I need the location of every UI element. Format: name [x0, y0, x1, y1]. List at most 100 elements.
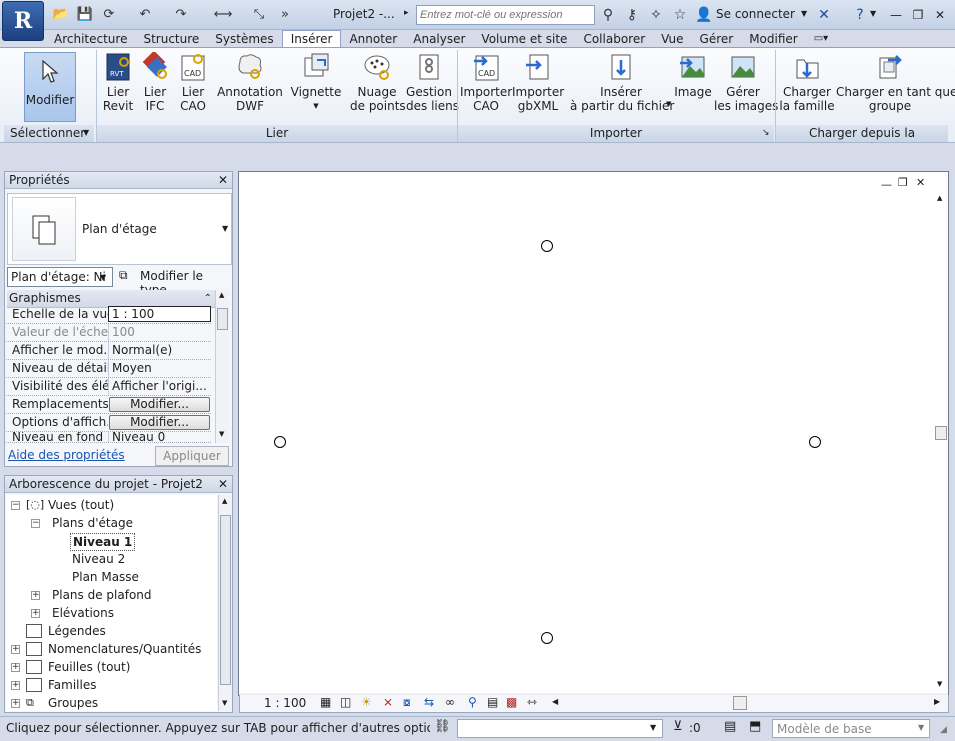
project-browser-close-icon[interactable]: ✕ [218, 476, 228, 492]
image-button[interactable]: Image [674, 52, 712, 99]
point-cloud-button[interactable]: Nuage de points [350, 52, 406, 113]
help-dropdown-icon[interactable]: ▼ [870, 9, 876, 18]
tree-node-groups[interactable]: Groupes [48, 695, 98, 711]
link-cad-button[interactable]: CAD Lier CAO [174, 52, 212, 113]
expand-icon[interactable]: + [11, 681, 20, 690]
scroll-thumb[interactable] [220, 515, 231, 685]
help-icon[interactable]: ? [850, 5, 870, 25]
collapse-icon[interactable]: − [31, 519, 40, 528]
main-model-icon[interactable]: ⬒ [749, 719, 761, 734]
display-options-edit-button[interactable]: Modifier... [109, 415, 210, 430]
sync-icon[interactable]: ⟳ [100, 5, 118, 23]
scroll-up-icon[interactable]: ▲ [219, 291, 224, 299]
load-family-button[interactable]: Charger la famille [778, 52, 836, 113]
visual-style-icon[interactable]: ◫ [340, 695, 351, 709]
dwf-markup-button[interactable]: Annotation DWF [216, 52, 284, 113]
main-model-select[interactable]: Modèle de base [772, 719, 930, 738]
tab-collaborate[interactable]: Collaborer [575, 31, 653, 48]
tab-massing[interactable]: Volume et site [473, 31, 575, 48]
design-options-icon[interactable]: ▤ [724, 719, 736, 734]
type-selector[interactable]: Plan d'étage ▼ [7, 193, 232, 265]
sun-path-icon[interactable]: ☀ [361, 695, 372, 709]
qat-more-icon[interactable]: » [276, 5, 294, 23]
search-input[interactable] [416, 5, 595, 25]
tree-node-elevations[interactable]: Elévations [52, 605, 114, 621]
temporary-hide-icon[interactable]: ⚲ [468, 695, 477, 709]
scroll-thumb[interactable] [935, 426, 947, 440]
edit-type-icon[interactable]: ⧉ [119, 268, 137, 284]
import-gbxml-button[interactable]: Importer gbXML [512, 52, 564, 113]
expand-icon[interactable]: + [11, 699, 20, 708]
scroll-up-icon[interactable]: ▲ [937, 194, 942, 202]
view-vertical-scrollbar[interactable]: ▲ ▼ [934, 194, 948, 694]
link-ifc-button[interactable]: Lier IFC [138, 52, 172, 113]
tab-structure[interactable]: Structure [135, 31, 207, 48]
expand-icon[interactable]: + [31, 609, 40, 618]
instance-filter-dropdown-icon[interactable]: ▼ [100, 273, 106, 282]
exchange-icon[interactable]: ✕ [814, 5, 834, 25]
login-dropdown-icon[interactable]: ▼ [801, 9, 807, 18]
tab-view[interactable]: Vue [653, 31, 691, 48]
expand-icon[interactable]: + [11, 645, 20, 654]
view-scale-label[interactable]: 1 : 100 [264, 696, 306, 710]
decal-dropdown-icon[interactable]: ▼ [290, 99, 342, 113]
elevation-marker-east[interactable] [809, 436, 821, 448]
drawing-area[interactable]: — ❐ ✕ ▲ ▼ [238, 171, 949, 696]
tree-node-schedules[interactable]: Nomenclatures/Quantités [48, 641, 201, 657]
key-icon[interactable]: ⚷ [622, 5, 642, 25]
manage-links-button[interactable]: Gestion des liens [406, 52, 459, 113]
elevation-marker-north[interactable] [541, 240, 553, 252]
select-panel-dropdown-icon[interactable]: ▼ [83, 128, 89, 137]
scroll-up-icon[interactable]: ▲ [222, 497, 227, 505]
tab-architecture[interactable]: Architecture [46, 31, 135, 48]
design-option-select[interactable] [457, 719, 663, 738]
tree-node-floor-plans[interactable]: Plans d'étage [52, 515, 133, 531]
import-dialog-launcher-icon[interactable]: ↘ [762, 128, 770, 138]
tab-modify[interactable]: Modifier [741, 31, 806, 48]
login-link[interactable]: Se connecter [716, 7, 795, 21]
open-icon[interactable]: 📂 [52, 5, 70, 23]
main-model-dropdown-icon[interactable]: ▼ [918, 723, 924, 732]
tab-annotate[interactable]: Annoter [341, 31, 405, 48]
dimension-icon[interactable]: ⤡ [250, 5, 268, 23]
tab-systems[interactable]: Systèmes [207, 31, 281, 48]
scroll-down-icon[interactable]: ▼ [937, 680, 942, 688]
shadows-icon[interactable]: ⨯ [383, 695, 393, 709]
decal-button[interactable]: Vignette ▼ [290, 52, 342, 113]
overrides-edit-button[interactable]: Modifier... [109, 397, 210, 412]
insert-dropdown-icon[interactable]: ▼ [666, 100, 671, 108]
satellite-icon[interactable]: ✧ [646, 5, 666, 25]
view-minimize-icon[interactable]: — [881, 178, 892, 191]
insert-from-file-button[interactable]: Insérer à partir du fichier [570, 52, 674, 113]
tree-node-level-2[interactable]: Niveau 2 [72, 551, 125, 567]
view-close-icon[interactable]: ✕ [916, 176, 925, 189]
analysis-icon[interactable]: ▩ [506, 695, 517, 709]
tree-node-views[interactable]: Vues (tout) [48, 497, 114, 513]
tree-node-level-1[interactable]: Niveau 1 [70, 533, 136, 551]
show-crop-icon[interactable]: ⇆ [424, 695, 434, 709]
unlock-3d-icon[interactable]: ∞ [445, 695, 455, 709]
scroll-down-icon[interactable]: ▼ [219, 430, 224, 438]
binoculars-icon[interactable]: ⚲ [598, 5, 618, 25]
tab-options-icon[interactable]: ▭▾ [806, 31, 836, 48]
scroll-thumb[interactable] [217, 308, 228, 330]
undo-icon[interactable]: ↶ [136, 5, 154, 23]
save-icon[interactable]: 💾 [76, 5, 94, 23]
properties-scrollbar[interactable]: ▲ ▼ [215, 290, 229, 443]
application-menu-button[interactable]: R [2, 1, 44, 41]
resize-grip-icon[interactable]: ◢ [940, 725, 947, 735]
collapse-icon[interactable]: − [11, 501, 20, 510]
minimize-icon[interactable]: — [887, 6, 905, 24]
modify-button[interactable]: Modifier [24, 52, 76, 122]
expand-icon[interactable]: + [31, 591, 40, 600]
manage-images-button[interactable]: Gérer les images [714, 52, 778, 113]
view-restore-icon[interactable]: ❐ [898, 176, 908, 189]
design-option-dropdown-icon[interactable]: ▼ [650, 723, 656, 732]
filter-icon[interactable]: ⊻ [673, 719, 683, 734]
restore-icon[interactable]: ❐ [909, 6, 927, 24]
tab-manage[interactable]: Gérer [692, 31, 742, 48]
star-icon[interactable]: ☆ [670, 5, 690, 25]
tree-node-families[interactable]: Familles [48, 677, 96, 693]
scroll-right-icon[interactable]: ▶ [934, 697, 940, 706]
elevation-marker-west[interactable] [274, 436, 286, 448]
